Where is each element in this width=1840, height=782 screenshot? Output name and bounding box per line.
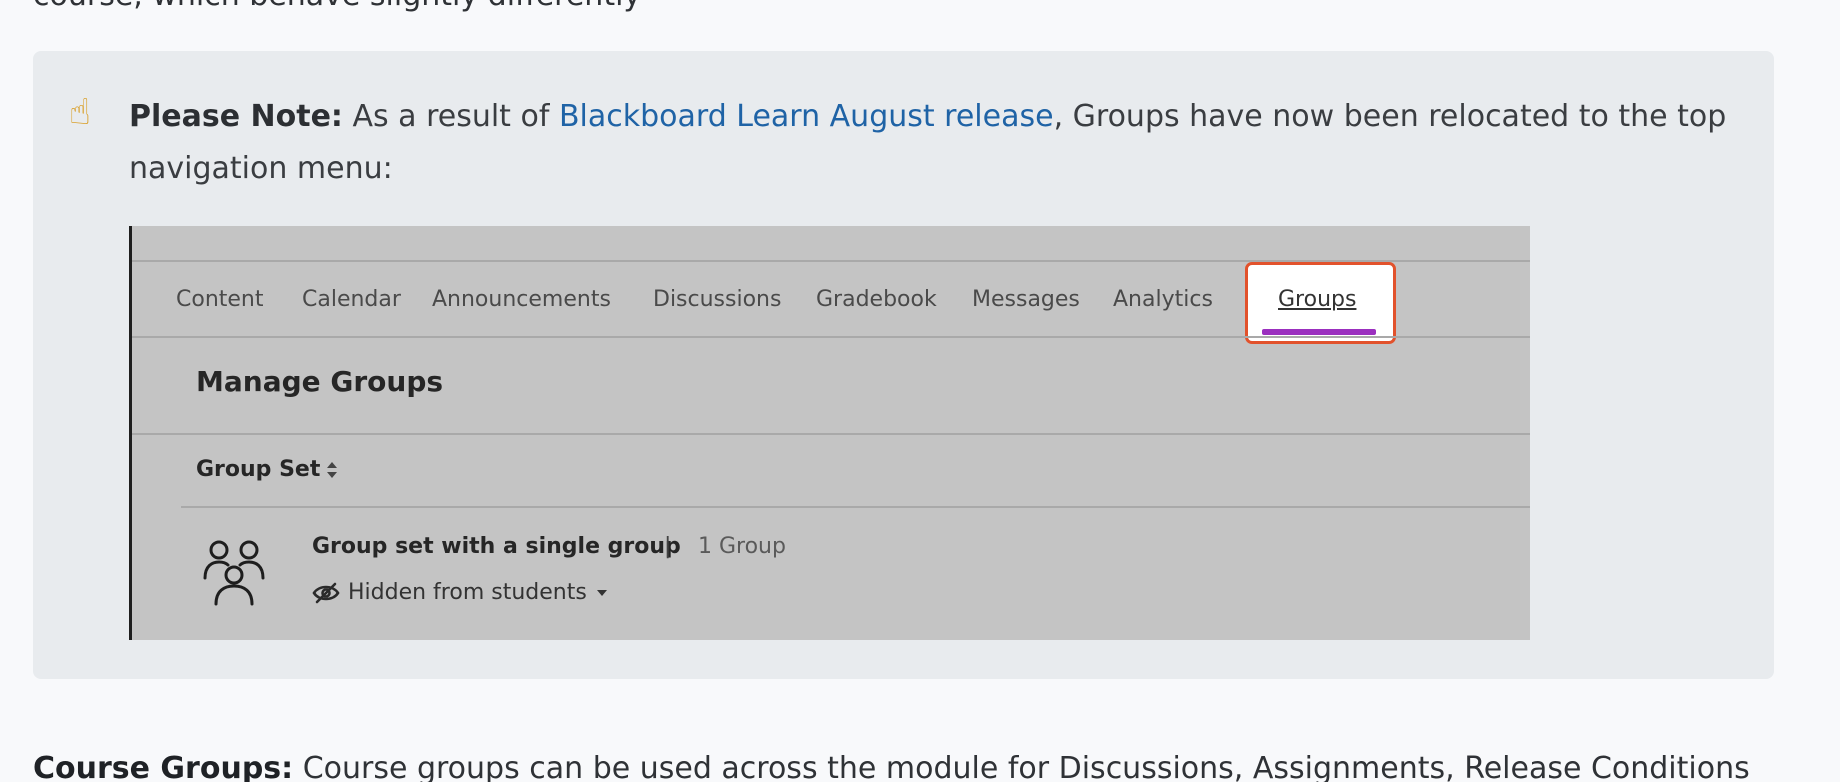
eye-slash-icon	[312, 582, 340, 604]
sort-icon[interactable]	[326, 461, 338, 479]
people-group-icon	[203, 540, 265, 606]
group-set-column-header[interactable]: Group Set	[196, 455, 338, 485]
manage-groups-title: Manage Groups	[196, 365, 444, 398]
note-text: Please Note: As a result of Blackboard L…	[129, 91, 1749, 195]
active-tab-indicator	[1262, 329, 1376, 335]
nav-tab-calendar[interactable]: Calendar	[302, 280, 401, 320]
note-panel: ☝ Please Note: As a result of Blackboard…	[33, 51, 1774, 679]
groups-screenshot: Content Calendar Announcements Discussio…	[129, 226, 1530, 640]
divider	[132, 336, 1530, 338]
nav-tab-groups-label: Groups	[1278, 287, 1357, 312]
note-label: Please Note:	[129, 99, 343, 134]
note-text-before-link: As a result of	[342, 99, 559, 134]
separator: |	[664, 534, 672, 559]
nav-tab-announcements[interactable]: Announcements	[432, 280, 611, 320]
intro-text: course, which behave slightly differentl…	[33, 0, 641, 14]
group-set-name[interactable]: Group set with a single group	[312, 532, 681, 562]
nav-tab-groups[interactable]: Groups	[1245, 262, 1396, 344]
page: course, which behave slightly differentl…	[0, 0, 1840, 782]
visibility-dropdown[interactable]: Hidden from students	[312, 578, 607, 608]
group-count: 1 Group	[698, 534, 786, 559]
nav-tab-messages[interactable]: Messages	[972, 280, 1080, 320]
top-navigation-menu: Content Calendar Announcements Discussio…	[132, 262, 1530, 344]
divider	[132, 433, 1530, 435]
course-groups-label: Course Groups:	[33, 751, 294, 782]
nav-tab-content[interactable]: Content	[176, 280, 264, 320]
nav-tab-analytics[interactable]: Analytics	[1113, 280, 1213, 320]
blackboard-release-link[interactable]: Blackboard Learn August release	[559, 99, 1054, 134]
divider	[181, 506, 1530, 508]
course-groups-text: Course groups can be used across the mod…	[293, 751, 1750, 782]
nav-tab-discussions[interactable]: Discussions	[653, 280, 781, 320]
nav-tab-gradebook[interactable]: Gradebook	[816, 280, 937, 320]
group-set-header-label: Group Set	[196, 457, 321, 482]
pointing-up-hand-icon: ☝	[69, 92, 91, 133]
visibility-label: Hidden from students	[348, 580, 587, 605]
course-groups-paragraph: Course Groups: Course groups can be used…	[33, 749, 1750, 782]
caret-down-icon	[596, 590, 607, 596]
